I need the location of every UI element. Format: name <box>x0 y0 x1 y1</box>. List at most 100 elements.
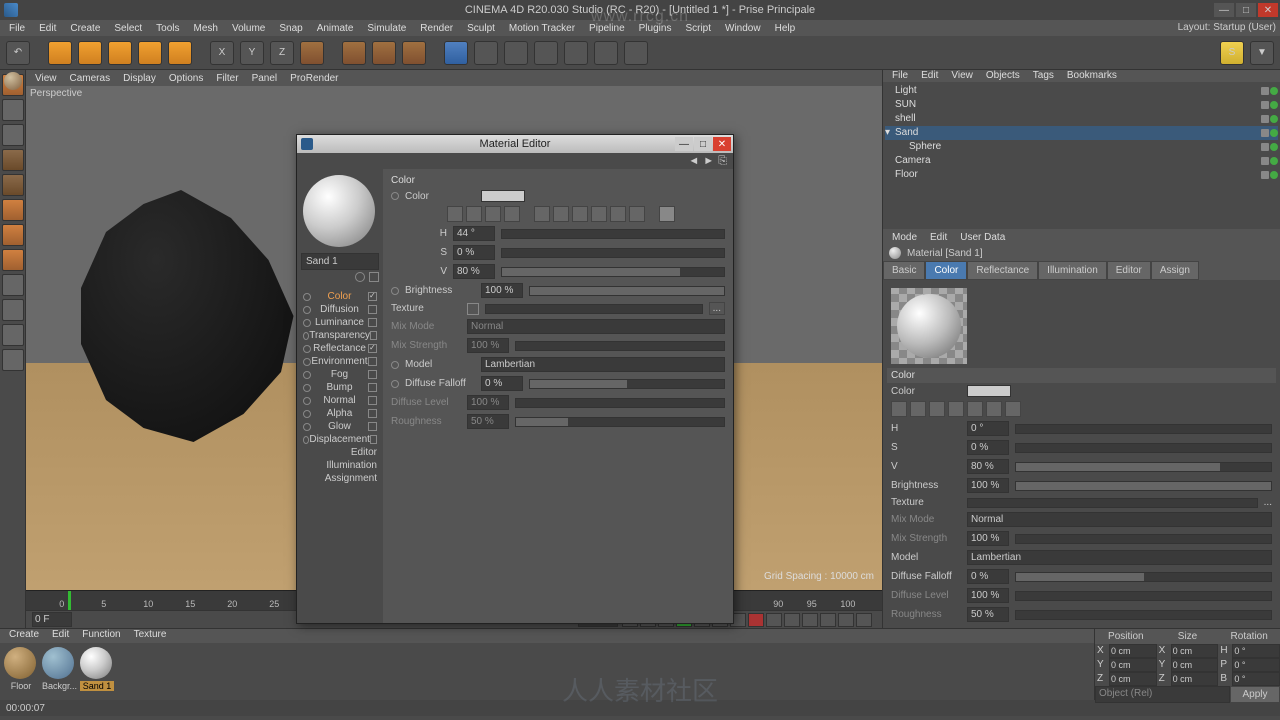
menu-simulate[interactable]: Simulate <box>362 23 411 34</box>
me-model-anim-dot[interactable] <box>391 361 399 369</box>
menu-sculpt[interactable]: Sculpt <box>462 23 500 34</box>
me-diffuse-level-input[interactable]: 100 % <box>467 395 509 410</box>
menu-animate[interactable]: Animate <box>312 23 359 34</box>
me-color-fromscreen-icon[interactable] <box>629 206 645 222</box>
menu-render[interactable]: Render <box>415 23 458 34</box>
menu-script[interactable]: Script <box>680 23 716 34</box>
add-spline-button[interactable] <box>474 41 498 65</box>
me-h-slider[interactable] <box>501 229 725 239</box>
attr-menu-edit[interactable]: Edit <box>925 232 952 243</box>
s-input[interactable]: 0 % <box>967 440 1009 455</box>
me-h-input[interactable]: 44 ° <box>453 226 495 241</box>
mm-edit[interactable]: Edit <box>47 629 74 643</box>
me-lock-icon[interactable] <box>355 272 365 282</box>
me-maximize-button[interactable]: □ <box>694 137 712 151</box>
me-brightness-anim-dot[interactable] <box>391 287 399 295</box>
obj-row-shell[interactable]: shell <box>885 112 1278 126</box>
pos-x-input[interactable] <box>1109 644 1157 658</box>
obj-row-light[interactable]: Light <box>885 84 1278 98</box>
om-menu-edit[interactable]: Edit <box>916 70 943 81</box>
texture-slot[interactable] <box>967 498 1258 508</box>
record-button[interactable] <box>748 613 764 627</box>
close-button[interactable]: ✕ <box>1258 3 1278 17</box>
frame-start-input[interactable] <box>32 612 72 627</box>
s-slider[interactable] <box>1015 443 1272 453</box>
h-input[interactable]: 0 ° <box>967 421 1009 436</box>
color-spectrum-icon[interactable] <box>910 401 926 417</box>
workplane-button[interactable] <box>2 124 24 146</box>
om-menu-tags[interactable]: Tags <box>1028 70 1059 81</box>
tab-color[interactable]: Color <box>925 261 967 280</box>
me-back-button[interactable]: ◄ <box>688 155 699 167</box>
diffuse-level-slider[interactable] <box>1015 591 1272 601</box>
tab-editor[interactable]: Editor <box>1107 261 1151 280</box>
vp-menu-view[interactable]: View <box>30 73 62 84</box>
tab-reflectance[interactable]: Reflectance <box>967 261 1038 280</box>
me-chan-environment[interactable]: Environment <box>297 355 383 368</box>
roughness-input[interactable]: 50 % <box>967 607 1009 622</box>
me-chan-displacement[interactable]: Displacement <box>297 433 383 446</box>
color-rgb-icon[interactable] <box>967 401 983 417</box>
vp-menu-options[interactable]: Options <box>164 73 208 84</box>
me-texture-slot[interactable] <box>485 304 703 314</box>
obj-row-floor[interactable]: Floor <box>885 168 1278 182</box>
me-brightness-slider[interactable] <box>529 286 725 296</box>
me-material-name-input[interactable]: Sand 1 <box>301 253 379 270</box>
me-chan-bump[interactable]: Bump <box>297 381 383 394</box>
me-chan-reflectance[interactable]: Reflectance <box>297 342 383 355</box>
mm-function[interactable]: Function <box>77 629 125 643</box>
menu-help[interactable]: Help <box>770 23 801 34</box>
me-pin-button[interactable]: ⎘ <box>718 155 727 168</box>
me-chan-luminance[interactable]: Luminance <box>297 316 383 329</box>
om-menu-view[interactable]: View <box>946 70 978 81</box>
render-region-button[interactable] <box>372 41 396 65</box>
last-tool-button[interactable] <box>168 41 192 65</box>
menu-edit[interactable]: Edit <box>34 23 61 34</box>
snap-button[interactable] <box>2 299 24 321</box>
me-color-spectrum-icon[interactable] <box>466 206 482 222</box>
pos-key-button[interactable] <box>802 613 818 627</box>
size-z-input[interactable] <box>1171 672 1219 686</box>
me-titlebar[interactable]: Material Editor — □ ✕ <box>297 135 733 153</box>
menu-pipeline[interactable]: Pipeline <box>584 23 630 34</box>
diffuse-falloff-input[interactable]: 0 % <box>967 569 1009 584</box>
y-axis-button[interactable]: Y <box>240 41 264 65</box>
mm-create[interactable]: Create <box>4 629 44 643</box>
texture-browse-button[interactable]: ... <box>1264 497 1272 508</box>
h-slider[interactable] <box>1015 424 1272 434</box>
live-select-button[interactable] <box>48 41 72 65</box>
diffuse-falloff-slider[interactable] <box>1015 572 1272 582</box>
timeline-playhead[interactable] <box>68 591 71 610</box>
apply-button[interactable]: Apply <box>1230 686 1280 703</box>
scale-key-button[interactable] <box>820 613 836 627</box>
rotate-button[interactable] <box>138 41 162 65</box>
tab-illumination[interactable]: Illumination <box>1038 261 1107 280</box>
autokey-button[interactable] <box>766 613 782 627</box>
tab-assign[interactable]: Assign <box>1151 261 1199 280</box>
color-square-icon[interactable] <box>929 401 945 417</box>
me-minimize-button[interactable]: — <box>675 137 693 151</box>
me-chan-illumination[interactable]: Illumination <box>297 459 383 472</box>
om-menu-objects[interactable]: Objects <box>981 70 1025 81</box>
me-color-rgb-icon[interactable] <box>534 206 550 222</box>
material-floor[interactable]: Floor <box>4 647 38 691</box>
mixstrength-input[interactable]: 100 % <box>967 531 1009 546</box>
mm-texture[interactable]: Texture <box>129 629 172 643</box>
material-list[interactable]: Floor Backgr... Sand 1 <box>0 643 1094 695</box>
mixmode-select[interactable]: Normal <box>967 512 1272 527</box>
menu-create[interactable]: Create <box>65 23 105 34</box>
color-swatches-icon[interactable] <box>986 401 1002 417</box>
menu-mesh[interactable]: Mesh <box>189 23 223 34</box>
add-cube-button[interactable] <box>444 41 468 65</box>
size-x-input[interactable] <box>1171 644 1219 658</box>
move-button[interactable] <box>78 41 102 65</box>
model-select[interactable]: Lambertian <box>967 550 1272 565</box>
add-generator-button[interactable] <box>504 41 528 65</box>
z-axis-button[interactable]: Z <box>270 41 294 65</box>
me-mixstrength-slider[interactable] <box>515 341 725 351</box>
render-pict-button[interactable] <box>402 41 426 65</box>
render-view-button[interactable] <box>342 41 366 65</box>
viewport-solo-button[interactable] <box>2 349 24 371</box>
me-s-slider[interactable] <box>501 248 725 258</box>
me-color-k-icon[interactable] <box>572 206 588 222</box>
